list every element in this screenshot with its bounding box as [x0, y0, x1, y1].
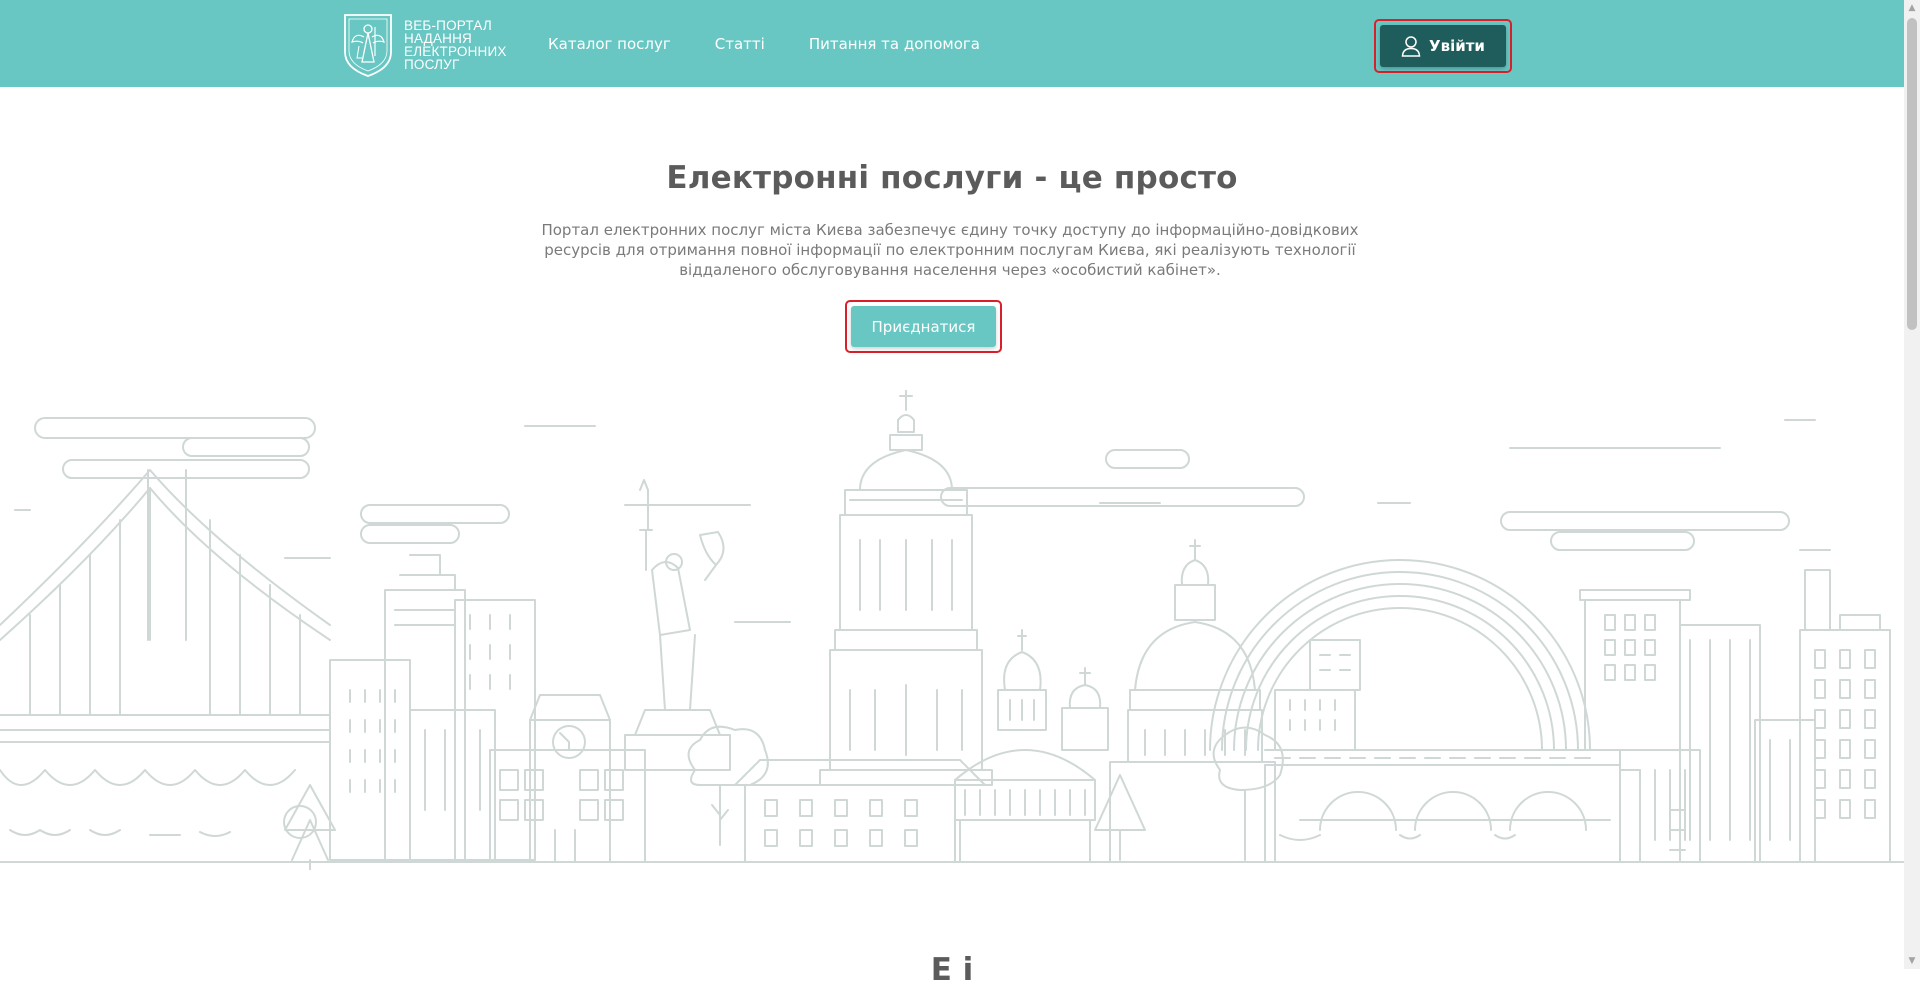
login-label: Увійти [1429, 37, 1485, 55]
page-scrollbar[interactable]: ▲ ▼ [1904, 0, 1920, 969]
user-icon [1401, 36, 1421, 57]
login-button[interactable]: Увійти [1380, 25, 1506, 67]
nav-link-help[interactable]: Питання та допомога [809, 35, 980, 53]
main-nav: Каталог послуг Статті Питання та допомог… [548, 0, 1024, 87]
nav-link-catalog[interactable]: Каталог послуг [548, 35, 671, 53]
scroll-down-arrow-icon[interactable]: ▼ [1904, 953, 1920, 969]
hero-title: Електронні послуги - це просто [666, 160, 1238, 196]
lavra-buildings [735, 630, 1108, 862]
nav-link-articles[interactable]: Статті [715, 35, 765, 53]
left-buildings [284, 555, 535, 870]
login-button-highlight: Увійти [1374, 19, 1512, 73]
logo-text: ВЕБ-ПОРТАЛ НАДАННЯ ЕЛЕКТРОННИХ ПОСЛУГ [404, 19, 514, 72]
kyiv-skyline-illustration [0, 390, 1904, 870]
right-church [1110, 540, 1275, 862]
kyiv-emblem-icon [344, 14, 392, 77]
clock-tower [490, 695, 645, 862]
site-logo[interactable]: ВЕБ-ПОРТАЛ НАДАННЯ ЕЛЕКТРОННИХ ПОСЛУГ [342, 12, 514, 78]
right-buildings [1580, 570, 1890, 862]
scroll-up-arrow-icon[interactable]: ▲ [1904, 0, 1920, 16]
section-title-partial: Е і [930, 952, 974, 988]
right-bridge [1265, 640, 1620, 862]
bridge [0, 470, 330, 836]
hero-description: Портал електронних послуг міста Києва за… [541, 221, 1359, 279]
join-button[interactable]: Приєднатися [851, 306, 996, 347]
logo-line: ПОСЛУГ [404, 57, 460, 72]
join-button-highlight: Приєднатися [845, 300, 1002, 353]
site-header: ВЕБ-ПОРТАЛ НАДАННЯ ЕЛЕКТРОННИХ ПОСЛУГ Ка… [0, 0, 1904, 87]
scroll-thumb[interactable] [1907, 18, 1917, 330]
lavra-bell-tower [820, 390, 992, 785]
friendship-arch [1210, 560, 1590, 750]
